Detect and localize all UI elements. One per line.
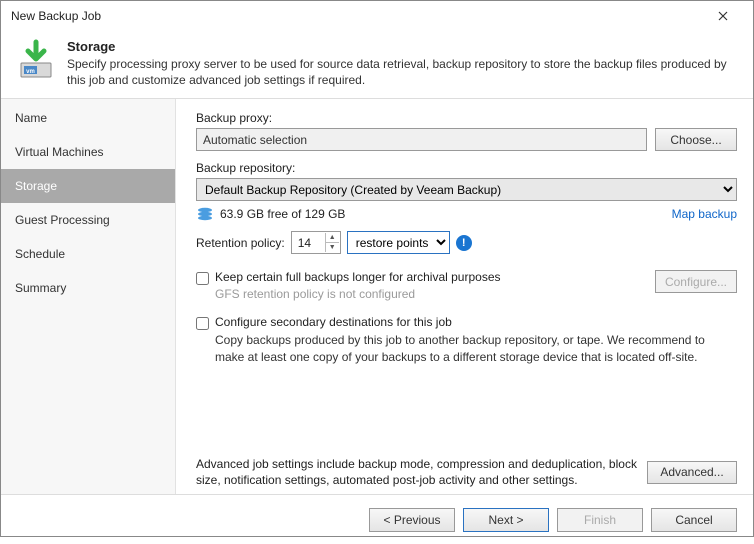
- header-title: Storage: [67, 39, 739, 54]
- storage-header-icon: vm: [15, 39, 57, 81]
- finish-button: Finish: [557, 508, 643, 532]
- svg-text:vm: vm: [26, 69, 35, 75]
- retention-unit-select[interactable]: restore points: [347, 231, 450, 254]
- gfs-not-configured-text: GFS retention policy is not configured: [215, 287, 647, 301]
- next-button[interactable]: Next >: [463, 508, 549, 532]
- close-button[interactable]: [703, 1, 743, 31]
- advanced-description: Advanced job settings include backup mod…: [196, 456, 637, 488]
- chevron-down-icon[interactable]: ▼: [325, 243, 339, 252]
- retention-count-input[interactable]: 14 ▲▼: [291, 231, 341, 254]
- header-subtitle: Specify processing proxy server to be us…: [67, 56, 739, 88]
- secondary-destinations-desc: Copy backups produced by this job to ano…: [215, 332, 737, 364]
- retention-policy-label: Retention policy:: [196, 236, 285, 250]
- backup-repository-select[interactable]: Default Backup Repository (Created by Ve…: [196, 178, 737, 201]
- wizard-sidebar: Name Virtual Machines Storage Guest Proc…: [1, 99, 176, 494]
- keep-full-backups-checkbox[interactable]: [196, 272, 209, 285]
- advanced-button[interactable]: Advanced...: [647, 461, 737, 484]
- disk-stack-icon: [196, 207, 214, 221]
- chevron-up-icon[interactable]: ▲: [325, 233, 339, 243]
- retention-spinner[interactable]: ▲▼: [325, 233, 339, 252]
- window-title: New Backup Job: [11, 9, 703, 23]
- step-virtual-machines[interactable]: Virtual Machines: [1, 135, 175, 169]
- step-name[interactable]: Name: [1, 101, 175, 135]
- step-storage[interactable]: Storage: [1, 169, 175, 203]
- step-schedule[interactable]: Schedule: [1, 237, 175, 271]
- wizard-header: vm Storage Specify processing proxy serv…: [1, 31, 753, 99]
- map-backup-link[interactable]: Map backup: [672, 207, 737, 221]
- secondary-destinations-label: Configure secondary destinations for thi…: [215, 315, 737, 329]
- cancel-button[interactable]: Cancel: [651, 508, 737, 532]
- retention-count-value: 14: [298, 236, 311, 250]
- configure-gfs-button: Configure...: [655, 270, 737, 293]
- backup-proxy-field[interactable]: Automatic selection: [196, 128, 647, 151]
- close-icon: [718, 11, 728, 21]
- choose-proxy-button[interactable]: Choose...: [655, 128, 737, 151]
- secondary-destinations-checkbox[interactable]: [196, 317, 209, 330]
- titlebar: New Backup Job: [1, 1, 753, 31]
- keep-full-backups-label: Keep certain full backups longer for arc…: [215, 270, 647, 284]
- backup-proxy-label: Backup proxy:: [196, 111, 737, 125]
- free-space-text: 63.9 GB free of 129 GB: [220, 207, 345, 221]
- step-summary[interactable]: Summary: [1, 271, 175, 305]
- backup-repository-label: Backup repository:: [196, 161, 737, 175]
- previous-button[interactable]: < Previous: [369, 508, 455, 532]
- step-guest-processing[interactable]: Guest Processing: [1, 203, 175, 237]
- info-icon[interactable]: !: [456, 235, 472, 251]
- content-panel: Backup proxy: Automatic selection Choose…: [176, 99, 753, 494]
